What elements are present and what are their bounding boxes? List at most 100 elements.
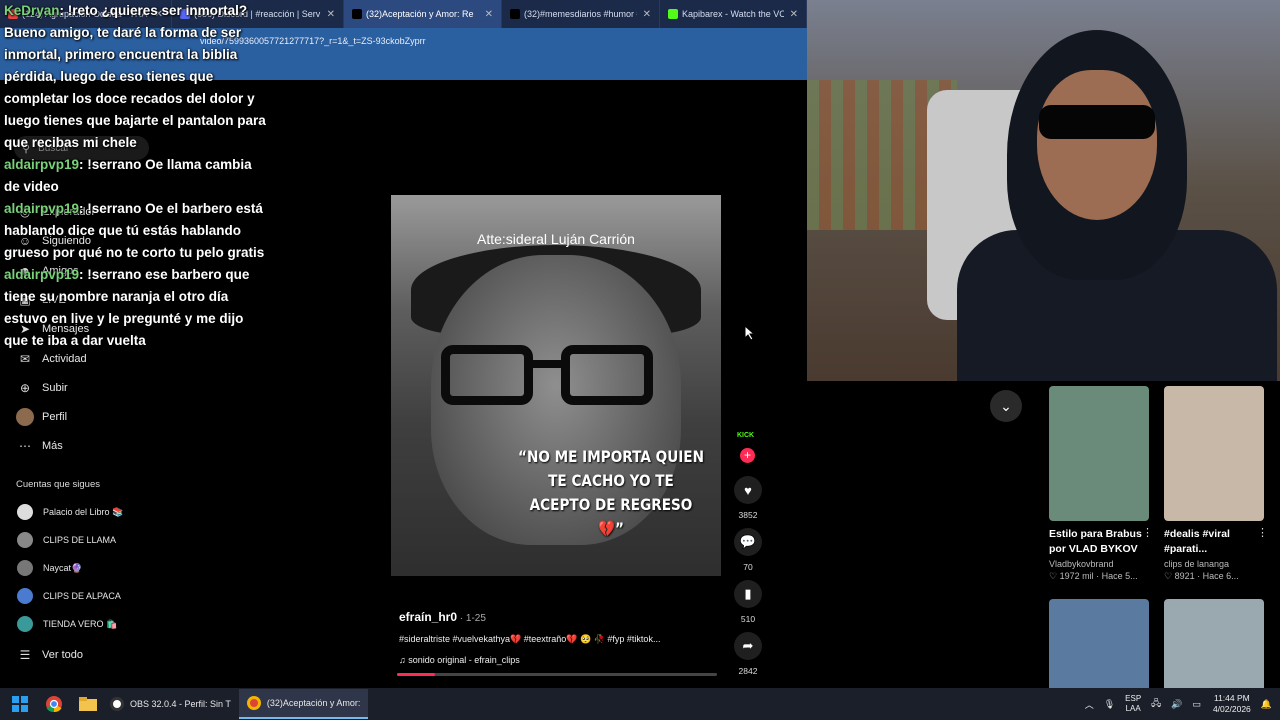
browser-tab[interactable]: (32)Aceptación y Amor: Re ✕ [344,0,502,28]
profile-avatar [16,408,34,426]
recommended-title[interactable]: #dealis #viral #parati... [1164,527,1264,557]
tab-label: Kapibarex - Watch the VOD on [682,9,784,19]
screen: (124) Agrupación Odisea - TRA ✕ (686) Disc… [0,0,1280,720]
tab-label: (32)#memesdiarios #humor #s [524,9,637,19]
video-quote: “NO ME IMPORTA QUIEN TE CACHO YO TE ACEP… [518,447,704,538]
nav-item-label: Más [42,440,63,452]
video-author[interactable]: efraín_hr0 [399,610,457,624]
video-glasses-left [441,345,533,405]
following-title: Cuentas que sigues [16,479,100,490]
like-action[interactable]: ♥ 3852 [733,476,763,520]
nav-item-6[interactable]: ⊕ Subir [16,379,68,397]
tab-close-icon[interactable]: ✕ [485,9,493,20]
following-account[interactable]: CLIPS DE ALPACA [17,588,121,604]
tab-close-icon[interactable]: ✕ [790,9,798,20]
taskbar: OBS 32.0.4 - Perfil: Sin T (32)Aceptació… [0,688,1280,720]
nav-item-5[interactable]: ✉ Actividad [16,350,87,368]
clock[interactable]: 11:44 PM 4/02/2026 [1213,693,1251,715]
chrome-small-icon [246,696,261,710]
see-all-link[interactable]: ☰ Ver todo [16,646,83,664]
account-name: Naycat🔮 [43,562,83,573]
comment-action[interactable]: 💬 70 [733,528,763,572]
taskbar-app-chrome-label: (32)Aceptación y Amor: [266,698,361,708]
microphone-icon[interactable]: 🎙 [1104,699,1115,710]
chat-username: aldairpvp19 [4,267,80,282]
activity-icon: ✉ [19,352,31,366]
video-glasses-right [561,345,653,405]
nav-item-7[interactable]: Perfil [16,408,67,426]
bookmark-icon[interactable]: ▮ [734,580,762,608]
following-account[interactable]: Naycat🔮 [17,560,82,576]
share-count: 2842 [738,666,758,676]
tab-close-icon[interactable]: ✕ [327,9,335,20]
profile-avatar-image [16,408,34,426]
language-indicator[interactable]: ESP LAA [1125,694,1141,714]
video-progress-bar[interactable] [397,673,717,676]
chat-overlay: KeDryan: !reto ¿quieres ser inmortal? Bu… [4,0,269,352]
tab-favicon-icon [510,9,520,19]
save-action[interactable]: ▮ 510 [733,580,763,624]
video-player[interactable]: Atte:sideral Luján Carrión “NO ME IMPORT… [391,195,721,576]
list-icon: ☰ [19,648,31,662]
folder-icon[interactable] [74,690,102,718]
nav-item-label: Actividad [42,353,87,365]
heart-icon[interactable]: ♥ [734,476,762,504]
browser-tab[interactable]: (32)#memesdiarios #humor #s ✕ [502,0,660,28]
tab-favicon-icon [668,9,678,19]
nav-item-label: Subir [42,382,68,394]
tray-chevron-icon[interactable]: ︿ [1085,698,1094,711]
nav-item-label: Perfil [42,411,68,423]
windows-start-icon[interactable] [6,690,34,718]
account-avatar [17,616,33,632]
taskbar-app-obs-label: OBS 32.0.4 - Perfil: Sin T [130,699,231,709]
video-sound[interactable]: ♫ sonido original - efrain_clips [399,655,729,665]
video-thumbnail[interactable] [1049,386,1149,521]
save-count: 510 [740,614,756,624]
nav-item-8[interactable]: ⋯ Más [16,437,63,455]
following-account[interactable]: Palacio del Libro 📚 [17,504,123,520]
chevron-down-icon[interactable]: ⌄ [990,390,1022,422]
account-name: Palacio del Libro 📚 [43,506,124,517]
mouse-cursor [744,325,756,341]
share-action[interactable]: ➦ 2842 [733,632,763,676]
tab-favicon-icon [352,9,362,19]
battery-icon[interactable]: ▭ [1192,699,1201,710]
more-options-icon[interactable]: ⋮ [1142,526,1153,539]
chat-message: aldairpvp19: !serrano ese barbero que ti… [4,264,269,352]
video-description[interactable]: #sideraltriste #vuelvekathya💔 #teextraño… [399,634,729,645]
browser-tab[interactable]: Kapibarex - Watch the VOD on ✕ [660,0,807,28]
recommended-video[interactable]: Estilo para Brabus por VLAD BYKOV Vladbyk… [1049,386,1153,582]
volume-icon[interactable]: 🔊 [1171,699,1182,710]
following-account[interactable]: TIENDA VERO 🛍️ [17,616,117,632]
recommended-stats: ♡ 1972 mil · Hace 5... [1049,571,1138,581]
taskbar-app-obs[interactable]: OBS 32.0.4 - Perfil: Sin T [102,689,239,719]
recommended-author[interactable]: Vladbykovbrand [1049,559,1149,569]
video-meta: efraín_hr0 · 1-25 #sideraltriste #vuelve… [399,610,729,665]
more-options-icon[interactable]: ⋮ [1257,526,1268,539]
video-thumbnail[interactable] [1164,386,1264,521]
tab-close-icon[interactable]: ✕ [643,9,651,20]
following-account[interactable]: CLIPS DE LLAMA [17,532,116,548]
webcam-feed [807,0,1280,381]
account-avatar [17,504,33,520]
chrome-icon[interactable] [40,690,68,718]
more-icon: ⋯ [19,439,31,453]
account-name: CLIPS DE ALPACA [43,591,121,601]
chat-text: : !reto ¿quieres ser inmortal? Bueno ami… [4,3,266,150]
recommendations: Estilo para Brabus por VLAD BYKOV Vladbyk… [1035,381,1280,720]
recommended-title[interactable]: Estilo para Brabus por VLAD BYKOV [1049,527,1149,557]
recommended-author[interactable]: clips de lananga [1164,559,1264,569]
recommended-video[interactable]: #dealis #viral #parati... clips de lanang… [1164,386,1268,582]
network-icon[interactable]: 🖧 [1151,696,1161,712]
taskbar-app-chrome[interactable]: (32)Aceptación y Amor: [238,689,369,719]
system-tray: ︿ 🎙 ESP LAA 🖧 🔊 ▭ 11:44 PM 4/02/2026 🔔 [1075,688,1272,720]
video-author-line[interactable]: efraín_hr0 · 1-25 [399,610,729,624]
follow-plus-button[interactable]: + [740,448,755,463]
clock-time: 11:44 PM [1213,693,1250,703]
notification-icon[interactable]: 🔔 [1261,699,1272,710]
video-glasses-bridge [533,360,563,368]
comment-icon[interactable]: 💬 [734,528,762,556]
account-avatar [17,588,33,604]
tab-label: (32)Aceptación y Amor: Re [366,9,474,19]
share-icon[interactable]: ➦ [734,632,762,660]
